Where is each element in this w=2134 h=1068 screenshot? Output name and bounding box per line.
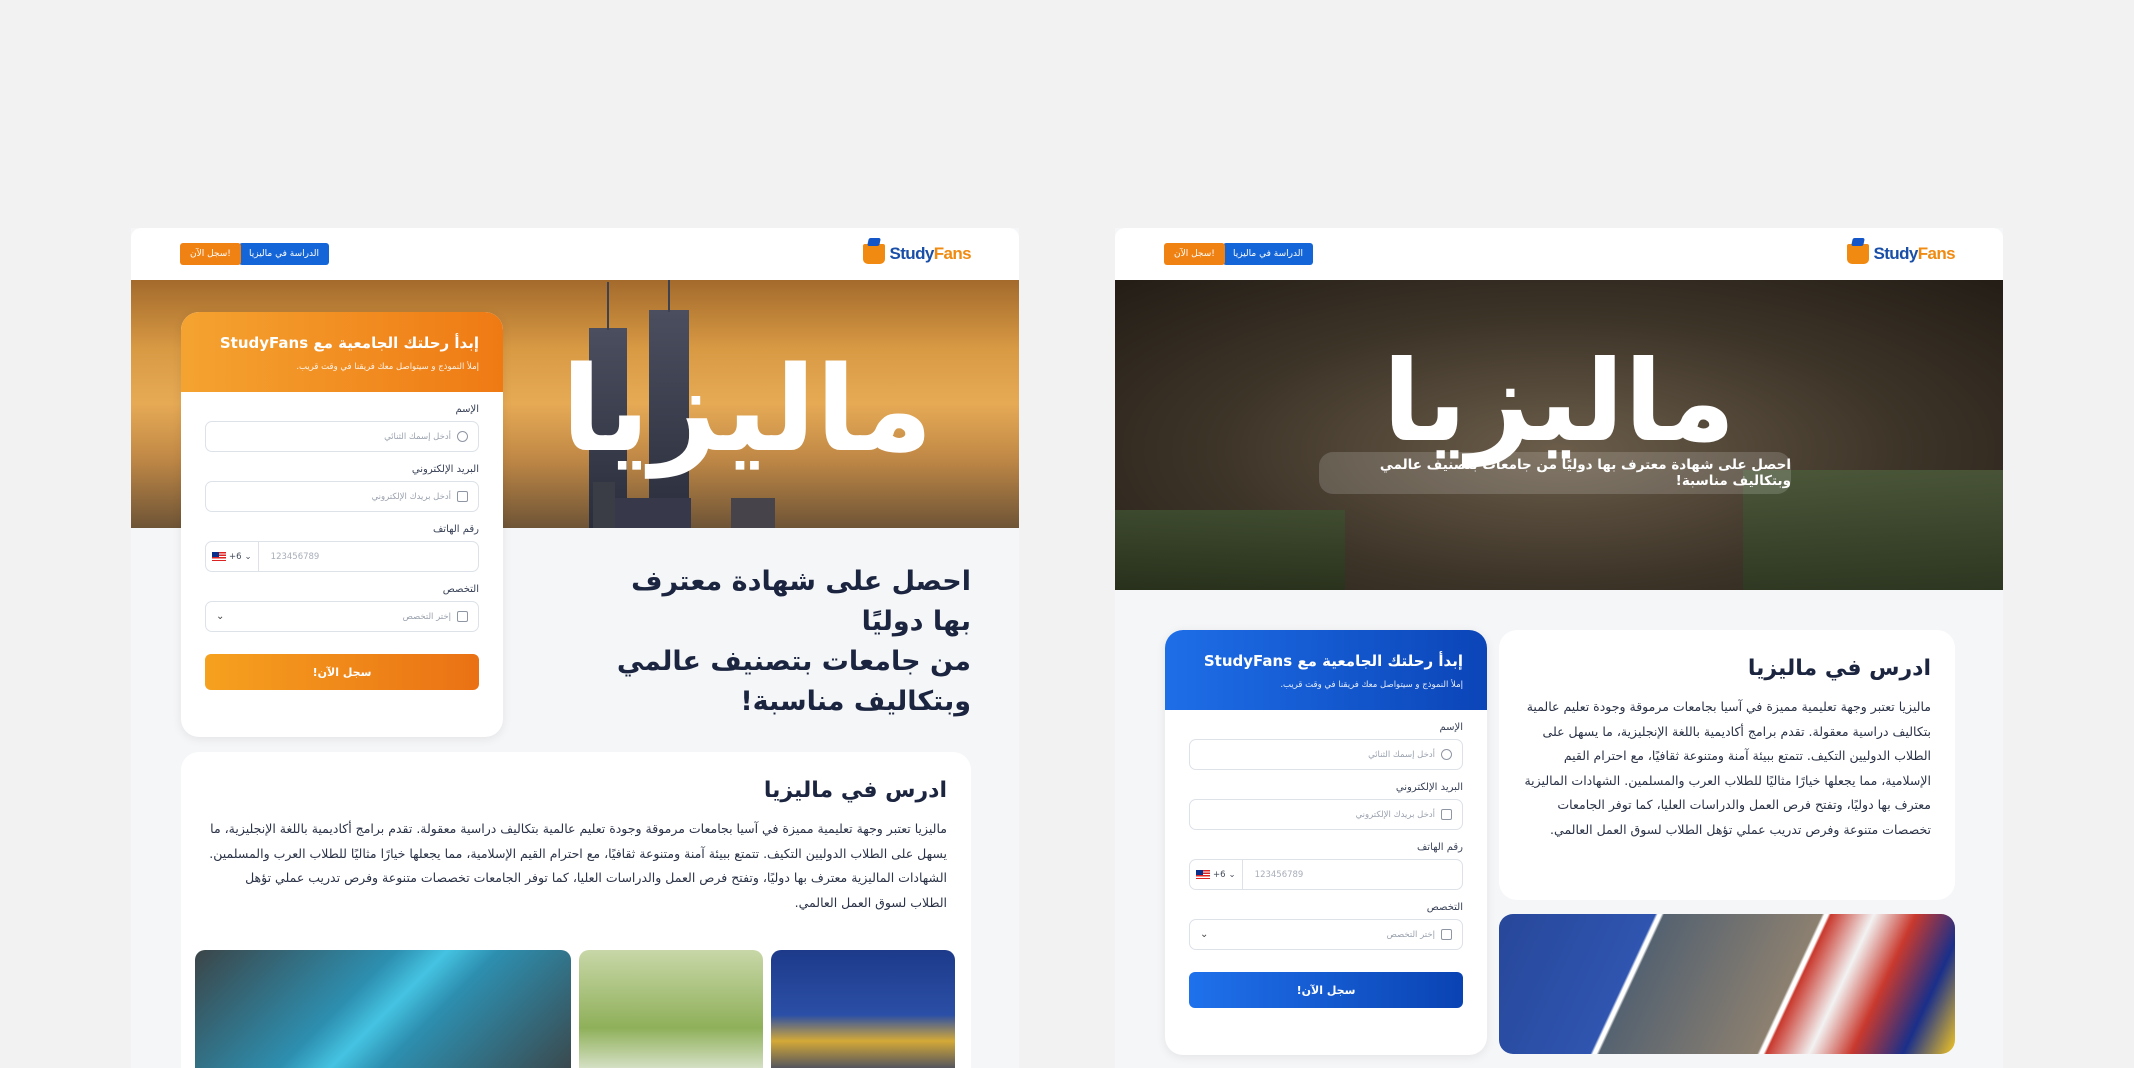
submit-button[interactable]: سجل الآن! <box>205 654 479 690</box>
phone-label: رقم الهاتف <box>1416 842 1463 853</box>
country-code-select[interactable]: +6 ⌄ <box>1190 860 1243 889</box>
hero-foliage <box>1115 510 1345 590</box>
chevron-down-icon: ⌄ <box>1200 929 1209 940</box>
skyline-building <box>593 482 615 528</box>
graduation-cap-icon <box>1441 929 1452 940</box>
user-icon <box>457 431 468 442</box>
registration-form: إبدأ رحلتك الجامعية مع StudyFans إملأ ال… <box>1165 630 1487 1055</box>
graduation-cap-icon <box>863 244 886 264</box>
study-in-malaysia-button[interactable]: الدراسة في ماليزيا <box>239 243 329 265</box>
chevron-down-icon: ⌄ <box>244 551 252 562</box>
graduation-cap-icon <box>1847 244 1870 264</box>
study-in-malaysia-button[interactable]: الدراسة في ماليزيا <box>1223 243 1313 265</box>
landing-variant-orange: StudyFans الدراسة في ماليزيا سجل الآن! م… <box>131 228 1019 1068</box>
info-title: ادرس في ماليزيا <box>763 778 947 803</box>
major-label: التخصص <box>1426 902 1463 913</box>
mail-icon <box>457 491 468 502</box>
photo-gallery <box>195 950 955 1068</box>
graduation-photo <box>771 950 955 1068</box>
register-now-nav-button[interactable]: سجل الآن! <box>180 243 241 265</box>
hero-subtitle: احصل على شهادة معترف بها دوليًا من جامعا… <box>1319 452 1791 494</box>
name-label: الإسم <box>1439 722 1463 733</box>
chevron-down-icon: ⌄ <box>216 611 225 622</box>
form-header: إبدأ رحلتك الجامعية مع StudyFans إملأ ال… <box>181 312 503 392</box>
hero-title: ماليزيا <box>1382 337 1738 467</box>
studyfans-logo[interactable]: StudyFans <box>863 244 972 264</box>
chevron-down-icon: ⌄ <box>1228 869 1236 880</box>
submit-button[interactable]: سجل الآن! <box>1189 972 1463 1008</box>
campus-aerial-photo <box>195 950 571 1068</box>
promo-headline: احصل على شهادة معترف بها دوليًا من جامعا… <box>616 566 971 717</box>
major-select[interactable]: إختر التخصص ⌄ <box>1189 919 1463 950</box>
form-header: إبدأ رحلتك الجامعية مع StudyFans إملأ ال… <box>1165 630 1487 710</box>
major-select[interactable]: إختر التخصص ⌄ <box>205 601 479 632</box>
email-field[interactable]: أدخل بريدك الإلكتروني <box>1189 799 1463 830</box>
skyline-building <box>731 498 775 528</box>
study-info-card: ادرس في ماليزيا ماليزيا تعتبر وجهة تعليم… <box>1499 630 1955 900</box>
hero-title: ماليزيا <box>561 340 935 478</box>
email-field[interactable]: أدخل بريدك الإلكتروني <box>205 481 479 512</box>
malaysia-flag-icon <box>1196 870 1210 879</box>
major-label: التخصص <box>442 584 479 595</box>
register-now-nav-button[interactable]: سجل الآن! <box>1164 243 1225 265</box>
name-label: الإسم <box>455 404 479 415</box>
graduation-cap-icon <box>457 611 468 622</box>
info-text: ماليزيا تعتبر وجهة تعليمية مميزة في آسيا… <box>1524 699 1931 837</box>
country-code-select[interactable]: +6 ⌄ <box>206 542 259 571</box>
top-navbar: StudyFans الدراسة في ماليزيا سجل الآن! <box>1115 228 2003 280</box>
form-title: إبدأ رحلتك الجامعية مع StudyFans <box>1203 652 1463 670</box>
landing-variant-blue: StudyFans الدراسة في ماليزيا سجل الآن! م… <box>1115 228 2003 1068</box>
hero-banner: ماليزيا احصل على شهادة معترف بها دوليًا … <box>1115 280 2003 590</box>
email-label: البريد الإلكتروني <box>1395 782 1463 793</box>
campus-trees-photo <box>579 950 763 1068</box>
name-field[interactable]: أدخل إسمك الثنائي <box>1189 739 1463 770</box>
malaysia-flag-icon <box>212 552 226 561</box>
name-field[interactable]: أدخل إسمك الثنائي <box>205 421 479 452</box>
photo-collage <box>1499 914 1955 1054</box>
form-subtitle: إملأ النموذج و سيتواصل معك فريقنا في وقت… <box>296 362 479 372</box>
form-subtitle: إملأ النموذج و سيتواصل معك فريقنا في وقت… <box>1280 680 1463 690</box>
info-title: ادرس في ماليزيا <box>1747 656 1931 681</box>
phone-field[interactable]: +6 ⌄ 123456789 <box>1189 859 1463 890</box>
phone-field[interactable]: +6 ⌄ 123456789 <box>205 541 479 572</box>
form-title: إبدأ رحلتك الجامعية مع StudyFans <box>219 334 479 352</box>
mail-icon <box>1441 809 1452 820</box>
phone-label: رقم الهاتف <box>432 524 479 535</box>
user-icon <box>1441 749 1452 760</box>
email-label: البريد الإلكتروني <box>411 464 479 475</box>
top-navbar: StudyFans الدراسة في ماليزيا سجل الآن! <box>131 228 1019 280</box>
info-text: ماليزيا تعتبر وجهة تعليمية مميزة في آسيا… <box>209 821 947 910</box>
registration-form: إبدأ رحلتك الجامعية مع StudyFans إملأ ال… <box>181 312 503 737</box>
studyfans-logo[interactable]: StudyFans <box>1847 244 1956 264</box>
